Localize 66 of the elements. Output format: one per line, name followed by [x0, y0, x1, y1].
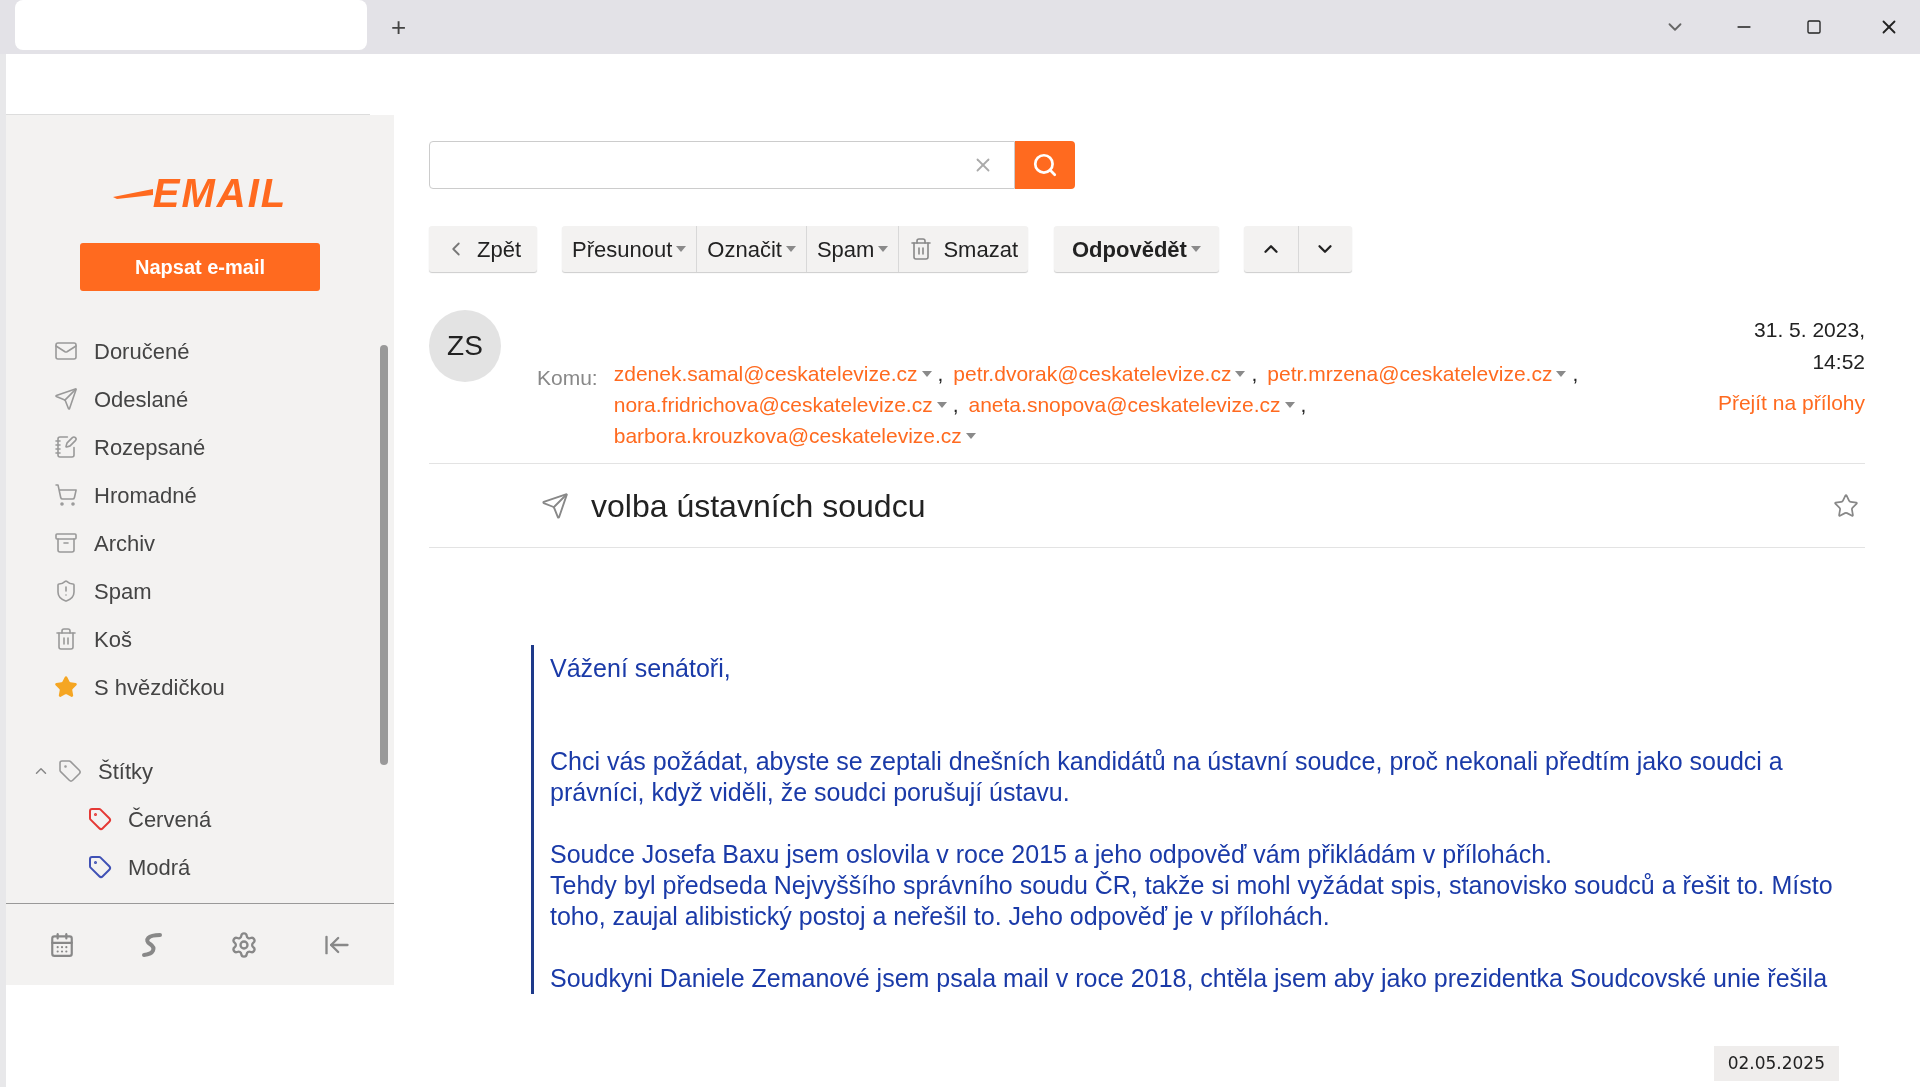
caret-icon: [1235, 370, 1246, 377]
logo: EMAIL: [112, 173, 288, 213]
paper-plane-icon: [54, 387, 78, 411]
folder-item[interactable]: Koš: [54, 615, 394, 663]
caret-icon: [1284, 401, 1295, 408]
body-text: právníci, když viděli, že soudci porušují ústavu.: [550, 777, 1071, 808]
search-field[interactable]: [429, 141, 1015, 189]
separator-text: ,: [952, 392, 959, 418]
caret-icon: [676, 246, 687, 252]
caret-icon: [785, 246, 796, 252]
caret-icon: [936, 401, 947, 408]
cart-icon: [54, 483, 78, 507]
folder-item[interactable]: Hromadné: [54, 471, 394, 519]
folder-item[interactable]: Rozepsané: [54, 423, 394, 471]
folder-item[interactable]: Doručené: [54, 327, 394, 375]
paper-plane-icon: [541, 491, 569, 520]
caret-icon: [1190, 246, 1201, 252]
toolbar-button[interactable]: Označit: [696, 226, 806, 272]
folder-item[interactable]: Spam: [54, 567, 394, 615]
new-tab-button[interactable]: +: [391, 7, 407, 47]
settings-icon[interactable]: [229, 930, 258, 959]
s-curve-icon[interactable]: [140, 931, 165, 958]
date-stamp: 02.05.2025: [1713, 1045, 1839, 1081]
trash-icon: [54, 627, 78, 651]
trash-icon: [909, 237, 934, 261]
body-text: Tehdy byl předseda Nejvyššího správního soudu ČR, takže si mohl vyžádat spis, stanovisko soudců a řešit to. Místo: [550, 870, 1834, 901]
caret-icon: [1556, 370, 1567, 377]
search-button[interactable]: [1015, 141, 1075, 189]
body-text: toho, zaujal alibistický postoj a neřešil to. Jeho odpověď je v přílohách.: [550, 901, 1331, 932]
folder-item[interactable]: Archiv: [54, 519, 394, 567]
separator-text: ,: [1251, 361, 1258, 387]
body-text: Soudce Josefa Baxu jsem oslovila v roce 2015 a jeho odpověď vám přikládám v přílohách.: [550, 839, 1554, 870]
body-text: Soudkyni Daniele Zemanové jsem psala mail v roce 2018, chtěla jsem aby jako prezidentka Soudcovské unie řešila: [550, 963, 1829, 994]
email-subject: volba ústavních soudcu: [591, 486, 927, 526]
folder-item[interactable]: Odeslané: [54, 375, 394, 423]
star-icon: [54, 675, 78, 699]
label-item[interactable]: Modrá: [32, 843, 394, 891]
caret-icon: [921, 370, 932, 377]
folder-item[interactable]: S hvězdičkou: [54, 663, 394, 711]
label-item[interactable]: Červená: [32, 795, 394, 843]
separator-text: ,: [937, 361, 944, 387]
maximize-icon[interactable]: [1806, 19, 1822, 35]
body-text: Chci vás požádat, abyste se zeptali dnešních kandidátů na ústavní soudce, proč nekonali předtím jako soudci a: [550, 746, 1784, 777]
date-text: 31. 5. 2023,: [1754, 317, 1865, 343]
caret-icon: [878, 246, 889, 252]
time-text: 14:52: [1812, 348, 1865, 375]
calendar-icon[interactable]: [48, 931, 75, 958]
body-text: Vážení senátoři,: [550, 653, 732, 684]
separator-text: ,: [1572, 361, 1579, 387]
toolbar-button[interactable]: Smazat: [898, 226, 1028, 272]
notes-pen-icon: [54, 435, 78, 459]
search-icon: [1032, 152, 1058, 178]
toolbar-button[interactable]: Spam: [805, 226, 899, 272]
tag-icon: [58, 759, 82, 783]
star-icon[interactable]: [1833, 492, 1859, 519]
archive-box-icon: [54, 531, 78, 555]
shield-icon: [54, 579, 78, 603]
avatar: ZS: [429, 310, 501, 382]
separator-text: ,: [1300, 392, 1307, 418]
labels-header[interactable]: Štítky: [32, 747, 394, 795]
reply-button[interactable]: Odpovědět: [1054, 226, 1219, 272]
to-label: Komu:: [537, 365, 598, 391]
caret-icon: [965, 432, 976, 439]
back-button[interactable]: Zpět: [429, 226, 538, 272]
toolbar-button[interactable]: Přesunout: [562, 226, 697, 272]
envelope-icon: [54, 339, 78, 363]
